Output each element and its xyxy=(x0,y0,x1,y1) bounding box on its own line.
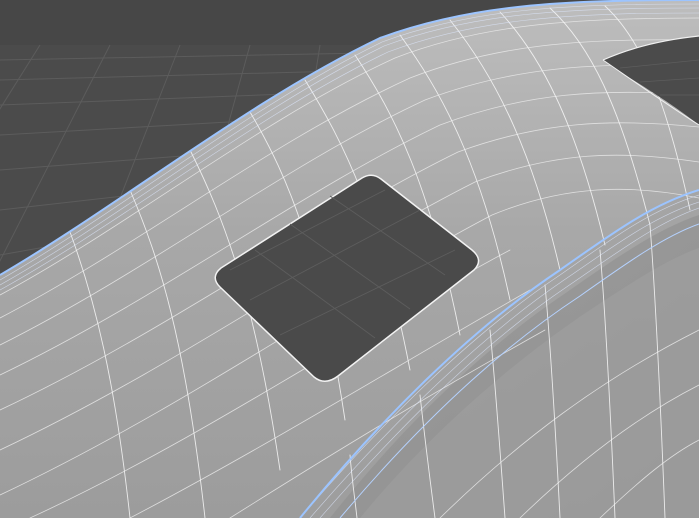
3d-viewport[interactable] xyxy=(0,0,699,518)
